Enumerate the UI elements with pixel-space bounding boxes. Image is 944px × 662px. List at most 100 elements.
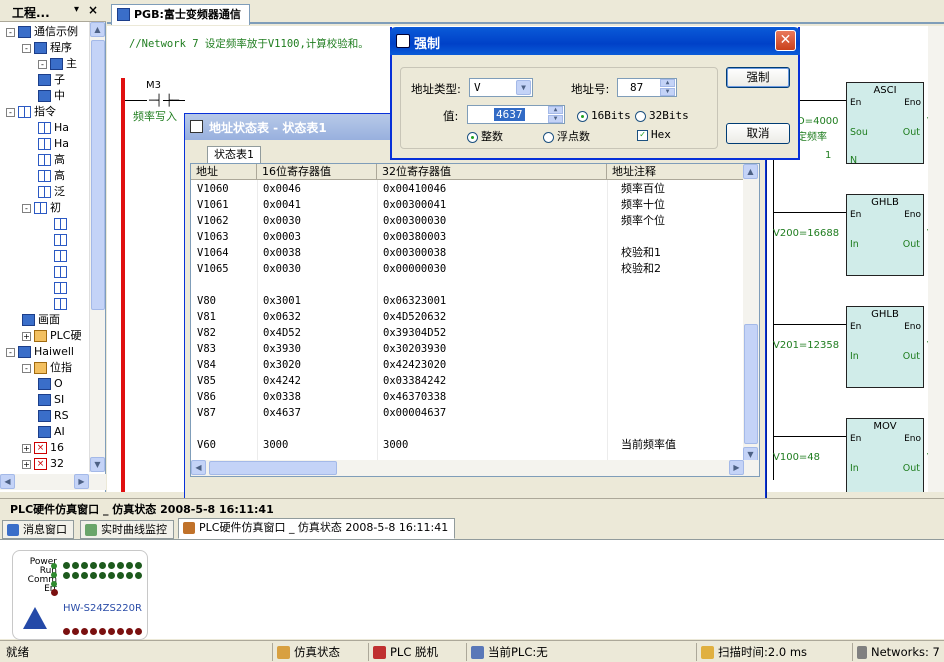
tree-item[interactable]: SI (38, 392, 64, 408)
plc-device[interactable]: Power Run Comm Err HW-S24ZS220R (12, 550, 148, 640)
table-row[interactable]: V85 0x4242 0x03384242 (191, 373, 747, 389)
address-type-select[interactable]: V ▼ (469, 78, 533, 97)
tree-item[interactable]: 泛 (38, 184, 65, 200)
table-row[interactable]: V84 0x3020 0x42423020 (191, 357, 747, 373)
table-row[interactable]: V80 0x3001 0x06323001 (191, 293, 747, 309)
table-row[interactable]: V81 0x0632 0x4D520632 (191, 309, 747, 325)
table-row[interactable]: V60 3000 3000 当前频率值 (191, 437, 747, 453)
expand-icon[interactable]: + (22, 459, 31, 469)
function-block-mov[interactable]: MOV En Eno In Out (846, 418, 924, 492)
spin-up-icon[interactable]: ▲ (548, 106, 563, 114)
tree-item[interactable]: - 程序 (22, 40, 72, 56)
column-header[interactable]: 地址注释 (607, 164, 747, 180)
table-row[interactable]: V87 0x4637 0x00004637 (191, 405, 747, 421)
tab-plc-simulation[interactable]: PLC硬件仿真窗口 _ 仿真状态 2008-5-8 16:11:41 (178, 518, 456, 539)
tree-item[interactable] (54, 232, 70, 248)
tree-item[interactable]: + PLC硬 (22, 328, 81, 344)
scroll-left-icon[interactable]: ◀ (0, 474, 15, 489)
value-input[interactable]: 4637 ▲ ▼ (467, 105, 565, 124)
tree-horizontal-scrollbar[interactable]: ◀ ▶ (0, 474, 106, 490)
table-row[interactable]: V1060 0x0046 0x00410046 频率百位 (191, 181, 747, 197)
scroll-right-icon[interactable]: ▶ (729, 460, 744, 475)
scroll-thumb[interactable] (209, 461, 337, 475)
tree-item[interactable] (54, 248, 70, 264)
table-row[interactable]: V1062 0x0030 0x00300030 频率个位 (191, 213, 747, 229)
column-header[interactable]: 16位寄存器值 (257, 164, 377, 180)
editor-vertical-scrollbar[interactable] (928, 26, 944, 492)
function-block-ghlb[interactable]: GHLB En Eno In Out (846, 306, 924, 388)
spin-up-icon[interactable]: ▲ (660, 79, 675, 87)
scroll-left-icon[interactable]: ◀ (191, 460, 206, 475)
spin-down-icon[interactable]: ▼ (548, 115, 563, 123)
tree-item[interactable]: O (38, 376, 63, 392)
scroll-up-icon[interactable]: ▲ (90, 22, 105, 37)
force-dialog-titlebar[interactable]: 强制 ✕ (390, 27, 800, 55)
scroll-up-icon[interactable]: ▲ (743, 164, 758, 179)
tree-item[interactable]: 子 (38, 72, 65, 88)
contact-symbol[interactable]: ─┤ ├─ (149, 94, 179, 107)
table-row[interactable]: V1064 0x0038 0x00300038 校验和1 (191, 245, 747, 261)
table-row[interactable] (191, 277, 747, 293)
table-row[interactable]: V86 0x0338 0x46370338 (191, 389, 747, 405)
tab-program-editor[interactable]: PGB:富士变频器通信 (111, 4, 250, 25)
tree-item[interactable] (54, 280, 70, 296)
tree-item[interactable] (54, 216, 70, 232)
table-row[interactable]: V1061 0x0041 0x00300041 频率十位 (191, 197, 747, 213)
collapse-icon[interactable]: - (6, 107, 15, 117)
tree-item[interactable]: AI (38, 424, 65, 440)
close-button[interactable]: ✕ (775, 30, 796, 51)
force-button[interactable]: 强制 (726, 67, 790, 88)
function-block-ghlb[interactable]: GHLB En Eno In Out (846, 194, 924, 276)
tree-item[interactable]: RS (38, 408, 69, 424)
table-row[interactable]: V1063 0x0003 0x00380003 (191, 229, 747, 245)
expand-icon[interactable]: + (22, 443, 31, 453)
radio-32bits[interactable]: 32Bits (635, 109, 689, 122)
collapse-icon[interactable]: - (38, 59, 47, 69)
column-header[interactable]: 地址 (191, 164, 257, 180)
tab-message-window[interactable]: 消息窗口 (2, 520, 74, 539)
chevron-down-icon[interactable]: ▼ (516, 80, 531, 95)
scroll-thumb[interactable] (744, 324, 758, 444)
column-header[interactable]: 32位寄存器值 (377, 164, 607, 180)
tree-item[interactable]: Ha (38, 120, 69, 136)
status-table-vertical-scrollbar[interactable]: ▲ ▼ (743, 164, 759, 462)
tree-item[interactable]: -主 (38, 56, 77, 72)
spin-down-icon[interactable]: ▼ (660, 88, 675, 96)
collapse-icon[interactable]: - (6, 347, 15, 357)
radio-integer[interactable]: 整数 (467, 128, 503, 144)
collapse-icon[interactable]: - (22, 363, 31, 373)
tree-item[interactable]: - 指令 (6, 104, 56, 120)
tree-item[interactable]: - 位指 (22, 360, 72, 376)
table-row[interactable]: V83 0x3930 0x30203930 (191, 341, 747, 357)
expand-icon[interactable]: + (22, 331, 31, 341)
tree-item[interactable]: 中 (38, 88, 65, 104)
tab-realtime-curve[interactable]: 实时曲线监控 (80, 520, 174, 539)
collapse-icon[interactable]: - (6, 27, 15, 37)
scroll-down-icon[interactable]: ▼ (90, 457, 105, 472)
radio-16bits[interactable]: 16Bits (577, 109, 631, 122)
tab-status-table-1[interactable]: 状态表1 (207, 146, 261, 163)
radio-float[interactable]: 浮点数 (543, 128, 590, 144)
table-row[interactable]: V1065 0x0030 0x00000030 校验和2 (191, 261, 747, 277)
tree-item[interactable] (54, 264, 70, 280)
pin-icon[interactable]: ▾ (74, 4, 79, 15)
status-table-horizontal-scrollbar[interactable]: ◀ ▶ (191, 460, 759, 476)
tree-item[interactable]: - 通信示例 (6, 24, 78, 40)
tree-item[interactable]: 画面 (22, 312, 60, 328)
function-block-asci[interactable]: ASCI En Eno Sou Out N (846, 82, 924, 166)
address-number-stepper[interactable]: 87 ▲ ▼ (617, 78, 677, 97)
close-icon[interactable]: × (88, 3, 98, 17)
tree-item[interactable]: + × 16 (22, 440, 64, 456)
tree-item[interactable]: -初 (22, 200, 61, 216)
collapse-icon[interactable]: - (22, 203, 31, 213)
hex-checkbox[interactable]: ✓ Hex (637, 128, 671, 141)
table-row[interactable] (191, 421, 747, 437)
tree-vertical-scrollbar[interactable]: ▲ ▼ (89, 22, 105, 472)
scroll-right-icon[interactable]: ▶ (74, 474, 89, 489)
collapse-icon[interactable]: - (22, 43, 31, 53)
tree-item[interactable]: 高 (38, 152, 65, 168)
scroll-thumb[interactable] (91, 40, 105, 310)
tree-item[interactable] (54, 296, 70, 312)
status-table[interactable]: 地址 16位寄存器值 32位寄存器值 地址注释 V1060 0x0046 0x004100… (190, 163, 760, 477)
cancel-button[interactable]: 取消 (726, 123, 790, 144)
